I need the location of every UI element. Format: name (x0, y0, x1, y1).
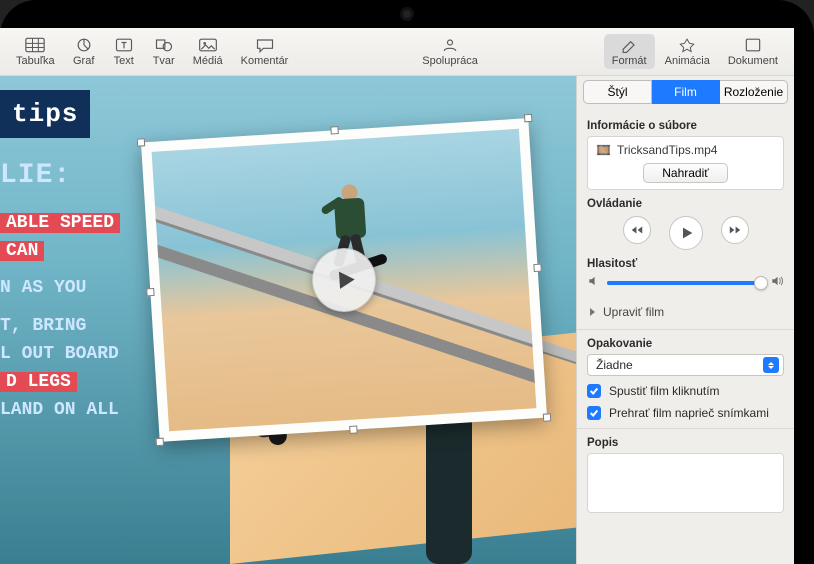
slide-line-3c: D LEGS (0, 372, 77, 392)
toolbar-collaborate-button[interactable]: Spolupráca (414, 34, 486, 69)
animate-icon (676, 36, 698, 54)
resize-handle[interactable] (137, 138, 145, 146)
rewind-icon (630, 223, 644, 237)
toolbar-format-button[interactable]: Formát (604, 34, 655, 69)
volume-slider[interactable] (607, 281, 764, 285)
toolbar-media-label: Médiá (193, 55, 223, 67)
resize-handle[interactable] (156, 438, 164, 446)
table-icon (24, 36, 46, 54)
toolbar-collaborate-label: Spolupráca (422, 55, 478, 67)
toolbar-text-label: Text (114, 55, 134, 67)
toolbar-comment-button[interactable]: Komentár (233, 34, 297, 69)
resize-handle[interactable] (533, 264, 541, 272)
file-name: TricksandTips.mp4 (617, 143, 717, 157)
file-info-title: Informácie o súbore (587, 120, 784, 132)
format-inspector: Štýl Film Rozloženie Informácie o súbore… (576, 76, 794, 564)
tab-film[interactable]: Film (652, 80, 720, 104)
stepper-chevron-icon (763, 357, 779, 373)
file-info-box: 🎞️ TricksandTips.mp4 Nahradiť (587, 136, 784, 190)
inspector-tabs: Štýl Film Rozloženie (583, 80, 788, 104)
rewind-button[interactable] (623, 216, 651, 244)
laptop-camera (403, 10, 411, 18)
chart-icon (73, 36, 95, 54)
play-across-label: Prehrať film naprieč snímkami (609, 406, 769, 420)
play-icon (679, 225, 695, 241)
shape-icon (153, 36, 175, 54)
movie-file-icon: 🎞️ (596, 143, 611, 157)
forward-button[interactable] (721, 216, 749, 244)
toolbar-animate-label: Animácia (665, 55, 710, 67)
start-on-click-label: Spustiť film kliknutím (609, 384, 720, 398)
toolbar-chart-button[interactable]: Graf (65, 34, 103, 69)
app-window: Tabuľka Graf Text Tvar Médiá Komentár (0, 28, 794, 564)
play-icon (332, 266, 360, 294)
slide-tag: tips (0, 90, 90, 138)
video-object[interactable] (141, 118, 547, 442)
slide-line-1a: ABLE SPEED (0, 213, 120, 233)
resize-handle[interactable] (524, 114, 532, 122)
repeat-value: Žiadne (596, 358, 633, 372)
document-icon (742, 36, 764, 54)
resize-handle[interactable] (330, 126, 338, 134)
collaborate-icon (439, 36, 461, 54)
format-icon (618, 36, 640, 54)
resize-handle[interactable] (349, 425, 357, 433)
play-button[interactable] (669, 216, 703, 250)
replace-button[interactable]: Nahradiť (643, 163, 728, 183)
description-title: Popis (587, 437, 784, 449)
tab-style[interactable]: Štýl (583, 80, 652, 104)
toolbar-table-button[interactable]: Tabuľka (8, 34, 63, 69)
comment-icon (254, 36, 276, 54)
toolbar-shape-label: Tvar (153, 55, 175, 67)
chevron-right-icon (587, 307, 597, 317)
toolbar-media-button[interactable]: Médiá (185, 34, 231, 69)
checkbox-checked-icon (587, 406, 601, 420)
speaker-high-icon (770, 274, 784, 291)
toolbar-table-label: Tabuľka (16, 55, 55, 67)
toolbar-document-label: Dokument (728, 55, 778, 67)
volume-title: Hlasitosť (587, 258, 784, 270)
toolbar-animate-button[interactable]: Animácia (657, 34, 718, 69)
toolbar-format-label: Formát (612, 55, 647, 67)
repeat-select[interactable]: Žiadne (587, 354, 784, 376)
play-across-slides-checkbox[interactable]: Prehrať film naprieč snímkami (587, 406, 784, 420)
media-icon (197, 36, 219, 54)
controls-title: Ovládanie (587, 198, 784, 210)
toolbar: Tabuľka Graf Text Tvar Médiá Komentár (0, 28, 794, 76)
speaker-low-icon (587, 274, 601, 291)
edit-movie-disclosure[interactable]: Upraviť film (587, 301, 784, 323)
toolbar-chart-label: Graf (73, 55, 94, 67)
slide-line-1b: CAN (0, 241, 44, 261)
resize-handle[interactable] (146, 288, 154, 296)
toolbar-text-button[interactable]: Text (105, 34, 143, 69)
start-on-click-checkbox[interactable]: Spustiť film kliknutím (587, 384, 784, 398)
resize-handle[interactable] (543, 413, 551, 421)
checkbox-checked-icon (587, 384, 601, 398)
tab-arrange[interactable]: Rozloženie (720, 80, 788, 104)
description-textarea[interactable] (587, 453, 784, 513)
edit-movie-label: Upraviť film (603, 305, 664, 319)
forward-icon (728, 223, 742, 237)
toolbar-document-button[interactable]: Dokument (720, 34, 786, 69)
text-icon (113, 36, 135, 54)
toolbar-shape-button[interactable]: Tvar (145, 34, 183, 69)
toolbar-comment-label: Komentár (241, 55, 289, 67)
repeat-title: Opakovanie (587, 338, 784, 350)
slide-canvas[interactable]: tips LIE: ABLE SPEED CAN N AS YOU T, BRI… (0, 76, 576, 564)
